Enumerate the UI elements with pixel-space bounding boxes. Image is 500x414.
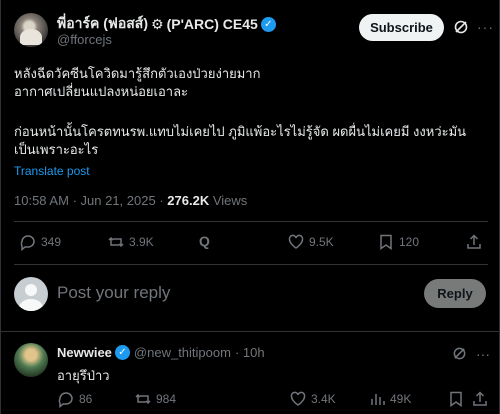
- gear-icon: ⚙: [151, 15, 164, 32]
- reply-input[interactable]: Post your reply: [57, 283, 170, 303]
- grok-icon[interactable]: [452, 346, 467, 361]
- translate-post-link[interactable]: Translate post: [14, 164, 90, 178]
- bookmark-count: 120: [399, 235, 420, 249]
- tweet-detail-frame: พี่อาร์ค (ฟอสส์) ⚙ (P'ARC) CE45 ✓ @fforc…: [0, 0, 500, 414]
- comment-views-action[interactable]: 49K: [368, 390, 411, 408]
- reply-count: 349: [41, 235, 62, 249]
- comment-reply-action[interactable]: 86: [57, 390, 92, 408]
- comment-author-avatar[interactable]: [14, 343, 48, 377]
- heart-icon: [288, 234, 304, 249]
- post-time[interactable]: 10:58 AM: [14, 193, 69, 208]
- post-text-line-2: อากาศเปลี่ยนแปลงหน่อยเอาละ: [14, 84, 189, 99]
- repost-action[interactable]: 3.9K: [107, 233, 154, 251]
- comment-repost-action[interactable]: 984: [134, 390, 176, 408]
- like-count: 9.5K: [309, 235, 334, 249]
- author-avatar[interactable]: [14, 13, 48, 47]
- reply-icon: [58, 392, 73, 408]
- post-text-line-4: เป็นเพราะอะไร: [14, 142, 99, 157]
- comment-time[interactable]: · 10h: [235, 345, 265, 360]
- comment-repost-count: 984: [156, 392, 177, 406]
- bookmark-icon: [450, 391, 462, 407]
- comment-share-action[interactable]: [471, 390, 489, 408]
- views-count: 276.2K: [167, 193, 210, 208]
- post-text-line-1: หลังฉีดวัคซีนโควิดมารู้สึกตัวเองป่วยง่าย…: [14, 66, 261, 81]
- heart-icon: [290, 391, 306, 406]
- author-name-suffix[interactable]: (P'ARC) CE45: [167, 16, 258, 32]
- comment-author-name[interactable]: Newwiee: [57, 345, 112, 360]
- post-date[interactable]: Jun 21, 2025: [81, 193, 156, 208]
- divider-top: [14, 221, 488, 222]
- repost-count: 3.9K: [129, 235, 154, 249]
- repost-icon: [108, 236, 124, 248]
- comment-like-action[interactable]: 3.4K: [289, 390, 336, 408]
- author-handle[interactable]: @fforcejs: [57, 32, 112, 47]
- more-dots-icon[interactable]: ···: [476, 347, 490, 361]
- views-bar-chart-icon: [371, 394, 385, 405]
- reply-button[interactable]: Reply: [424, 279, 486, 308]
- comment-like-count: 3.4K: [311, 392, 336, 406]
- grok-q-icon: Q: [199, 233, 210, 249]
- grok-icon[interactable]: [453, 19, 469, 35]
- subscribe-button[interactable]: Subscribe: [359, 14, 444, 41]
- verified-badge-icon[interactable]: ✓: [260, 16, 276, 32]
- comment-author-handle[interactable]: @new_thitipoom: [134, 345, 231, 360]
- current-user-avatar: [14, 277, 48, 311]
- post-text-line-3: ก่อนหน้านั้นโครตทนรพ.แทบไม่เคยไป ภูมิแพ้…: [14, 124, 467, 139]
- comment-views-count: 49K: [390, 392, 412, 406]
- divider-reply-box: [1, 331, 500, 332]
- bookmark-action[interactable]: 120: [377, 233, 419, 251]
- post-meta: 10:58 AM · Jun 21, 2025 · 276.2K Views: [14, 193, 247, 208]
- repost-icon: [135, 393, 151, 405]
- meta-separator: ·: [72, 193, 81, 208]
- views-label: Views: [212, 193, 248, 208]
- comment-bookmark-action[interactable]: [447, 390, 465, 408]
- bookmark-icon: [380, 234, 392, 250]
- like-action[interactable]: 9.5K: [287, 233, 334, 251]
- comment-text: อายุรึป่าว: [57, 368, 110, 383]
- verified-badge-icon[interactable]: ✓: [114, 345, 130, 360]
- comment-reply-count: 86: [79, 392, 93, 406]
- grok-q-action[interactable]: Q: [199, 233, 210, 249]
- divider-actions: [14, 264, 488, 265]
- share-action[interactable]: [465, 233, 483, 251]
- more-dots-icon[interactable]: ···: [477, 20, 494, 34]
- reply-icon: [20, 235, 35, 251]
- share-icon: [473, 391, 487, 406]
- share-icon: [467, 234, 481, 249]
- reply-action[interactable]: 349: [19, 233, 61, 251]
- comment-author-line: Newwiee ✓ @new_thitipoom · 10h: [57, 345, 265, 360]
